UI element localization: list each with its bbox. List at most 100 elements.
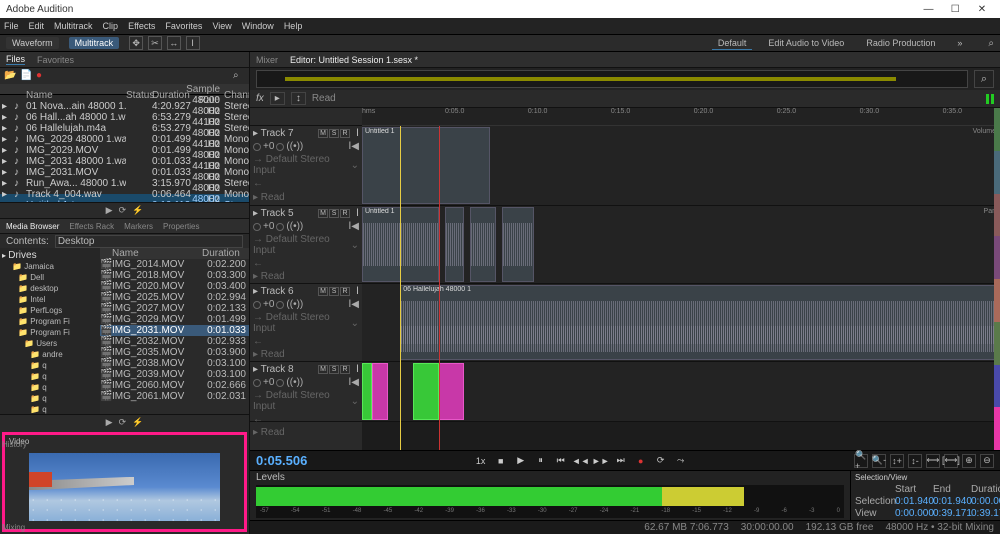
msr-button[interactable]: S	[329, 287, 339, 296]
menu-effects[interactable]: Effects	[128, 21, 155, 31]
track-color-chip[interactable]	[994, 151, 1000, 194]
track-header[interactable]: ▸ Track 7MSRⅠ+0((•))Ⅰ◀→ Default Stereo I…	[250, 126, 362, 206]
msr-button[interactable]: S	[329, 209, 339, 218]
time-ruler[interactable]: hms0:05.00:10.00:15.00:20.00:25.00:30.00…	[362, 108, 1000, 126]
track-header[interactable]: ▸ Track 6MSRⅠ+0((•))Ⅰ◀→ Default Stereo I…	[250, 284, 362, 362]
media-list-row[interactable]: 🎬IMG_2025.MOV0:02.994	[100, 292, 249, 303]
tree-folder[interactable]: Program Fi	[10, 316, 98, 327]
mb-contents-value[interactable]: Desktop	[55, 235, 243, 248]
mb-auto-icon[interactable]: ⚡	[132, 417, 143, 428]
volume-knob[interactable]	[253, 379, 261, 387]
tree-folder[interactable]: q	[10, 371, 98, 382]
playhead-marker[interactable]	[439, 126, 440, 450]
waveform-mode-button[interactable]: Waveform	[6, 37, 59, 49]
track-color-chip[interactable]	[994, 365, 1000, 408]
menu-help[interactable]: Help	[284, 21, 303, 31]
rewind-button[interactable]: ◄◄	[574, 454, 588, 468]
tree-folder[interactable]: q	[10, 393, 98, 404]
record-button[interactable]: ●	[634, 454, 648, 468]
zoom-out-icon[interactable]: ⊖	[980, 454, 994, 468]
tree-folder[interactable]: andre	[10, 349, 98, 360]
track-color-chip[interactable]	[994, 108, 1000, 151]
track-input-icon[interactable]: Ⅰ	[356, 208, 359, 219]
tab-effects-rack[interactable]: Effects Rack	[69, 222, 114, 231]
track-input-icon[interactable]: Ⅰ	[356, 128, 359, 139]
selection-view-label[interactable]: Selection/View	[855, 473, 996, 482]
msr-button[interactable]: R	[340, 287, 350, 296]
volume-knob[interactable]	[253, 301, 261, 309]
track-color-chip[interactable]	[994, 322, 1000, 365]
fx-bus-icon[interactable]: ↕	[291, 92, 306, 105]
pan-knob[interactable]	[276, 301, 284, 309]
mb-col-duration[interactable]: Duration	[202, 248, 249, 259]
zoom-in-time-icon[interactable]: 🔍+	[854, 454, 868, 468]
col-status[interactable]: Status	[126, 90, 152, 101]
tree-folder[interactable]: Jamaica	[10, 261, 98, 272]
workspace-radio[interactable]: Radio Production	[860, 37, 941, 49]
multitrack-mode-button[interactable]: Multitrack	[69, 37, 120, 49]
audio-clip[interactable]: 06 Hallelujah 48000 1	[400, 285, 1000, 360]
sel-value[interactable]: 0:01.940	[895, 496, 931, 507]
mb-loop-icon[interactable]: ⟳	[119, 417, 127, 428]
track-input-icon[interactable]: Ⅰ	[356, 364, 359, 375]
tree-drives-header[interactable]: ▸ Drives	[2, 250, 98, 261]
tree-folder[interactable]: q	[10, 404, 98, 414]
mixing-panel-label[interactable]: Mixing	[2, 523, 25, 532]
fx-automation-mode[interactable]: Read	[312, 93, 336, 104]
navigator-zoom-icon[interactable]: ⌕	[974, 70, 994, 88]
volume-knob[interactable]	[253, 143, 261, 151]
track-lane[interactable]: Untitled 1Volume	[362, 126, 1000, 206]
tab-favorites[interactable]: Favorites	[37, 55, 74, 65]
media-list-row[interactable]: 🎬IMG_2061.MOV0:02.031	[100, 391, 249, 402]
audio-clip[interactable]	[362, 363, 372, 420]
go-end-button[interactable]: ⏭	[614, 454, 628, 468]
tree-folder[interactable]: Dell	[10, 272, 98, 283]
forward-button[interactable]: ►►	[594, 454, 608, 468]
audio-clip[interactable]	[445, 207, 464, 282]
track-lane[interactable]: 06 Hallelujah 48000 1	[362, 284, 1000, 362]
tree-folder[interactable]: Users	[10, 338, 98, 349]
tab-media-browser[interactable]: Media Browser	[6, 222, 59, 231]
msr-button[interactable]: S	[329, 365, 339, 374]
track-color-chip[interactable]	[994, 194, 1000, 237]
workspace-edit-audio[interactable]: Edit Audio to Video	[762, 37, 850, 49]
media-list-row[interactable]: 🎬IMG_2039.MOV0:03.100	[100, 369, 249, 380]
pan-knob[interactable]	[276, 379, 284, 387]
pan-knob[interactable]	[276, 223, 284, 231]
workspace-more[interactable]: »	[951, 37, 968, 49]
sel-value[interactable]: 0:39.171	[933, 508, 969, 519]
tab-markers[interactable]: Markers	[124, 222, 153, 231]
search-icon[interactable]: ⌕	[988, 38, 994, 49]
fx-send-icon[interactable]: ▸	[270, 92, 285, 105]
zoom-sel-icon[interactable]: [⟷]	[944, 454, 958, 468]
audio-clip[interactable]: Untitled 1	[362, 127, 490, 204]
tree-folder[interactable]: desktop	[10, 283, 98, 294]
tab-editor[interactable]: Editor: Untitled Session 1.sesx *	[290, 55, 418, 65]
menu-edit[interactable]: Edit	[29, 21, 45, 31]
sel-value[interactable]: 0:00.000	[895, 508, 931, 519]
media-list-row[interactable]: 🎬IMG_2035.MOV0:03.900	[100, 347, 249, 358]
mini-autoplay-icon[interactable]: ⚡	[132, 205, 143, 216]
menu-clip[interactable]: Clip	[103, 21, 119, 31]
menu-view[interactable]: View	[212, 21, 231, 31]
minimize-button[interactable]: —	[916, 4, 940, 15]
media-list-row[interactable]: 🎬IMG_2038.MOV0:03.100	[100, 358, 249, 369]
sel-value[interactable]: 0:39.171	[971, 508, 1000, 519]
media-list-row[interactable]: 🎬IMG_2060.MOV0:02.666	[100, 380, 249, 391]
track-header[interactable]: ▸ Track 5MSRⅠ+0((•))Ⅰ◀→ Default Stereo I…	[250, 206, 362, 284]
media-list-row[interactable]: 🎬IMG_2014.MOV0:02.200	[100, 259, 249, 270]
track-lane[interactable]	[362, 362, 1000, 422]
video-tab[interactable]: Video	[5, 435, 244, 449]
workspace-default[interactable]: Default	[712, 37, 753, 50]
track-color-chip[interactable]	[994, 279, 1000, 322]
msr-button[interactable]: M	[318, 209, 328, 218]
record-icon[interactable]: ●	[36, 70, 48, 82]
sel-value[interactable]: 0:00.000	[971, 496, 1000, 507]
menu-window[interactable]: Window	[242, 21, 274, 31]
audio-clip[interactable]	[372, 363, 388, 420]
sel-value[interactable]: 0:01.940	[933, 496, 969, 507]
filter-icon[interactable]: ⌕	[233, 70, 245, 82]
media-list-row[interactable]: 🎬IMG_2018.MOV0:03.300	[100, 270, 249, 281]
col-name[interactable]: Name	[26, 90, 126, 101]
new-file-icon[interactable]: 📄	[20, 70, 32, 82]
